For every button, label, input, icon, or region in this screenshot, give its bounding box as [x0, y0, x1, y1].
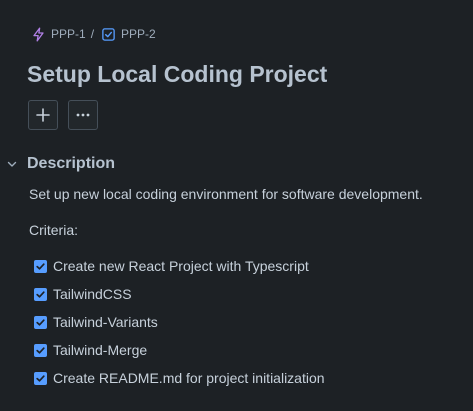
- breadcrumb: PPP-1 / PPP-2: [31, 25, 156, 43]
- criteria-checklist: Create new React Project with Typescript…: [34, 257, 325, 397]
- plus-icon: [36, 108, 50, 122]
- breadcrumb-separator: /: [90, 27, 95, 41]
- page-title[interactable]: Setup Local Coding Project: [27, 59, 327, 89]
- checklist-item-label: Create README.md for project initializat…: [53, 370, 325, 386]
- checkmark-icon: [36, 318, 45, 326]
- checklist-item: Create new React Project with Typescript: [34, 257, 325, 275]
- description-heading: Description: [27, 155, 116, 172]
- description-section-toggle[interactable]: Description: [6, 153, 115, 175]
- breadcrumb-parent-link[interactable]: PPP-1: [31, 26, 86, 42]
- breadcrumb-current-label: PPP-2: [121, 27, 156, 41]
- more-actions-button[interactable]: [68, 100, 98, 130]
- task-checkbox-icon: [102, 27, 115, 41]
- checkbox-checked[interactable]: [34, 371, 47, 385]
- checklist-item: TailwindCSS: [34, 285, 325, 303]
- breadcrumb-parent-label: PPP-1: [51, 27, 86, 41]
- breadcrumb-current-link[interactable]: PPP-2: [101, 27, 156, 42]
- checkmark-icon: [36, 346, 45, 354]
- checklist-item-label: Create new React Project with Typescript: [53, 258, 309, 274]
- chevron-down-icon: [7, 161, 17, 167]
- checkmark-icon: [36, 374, 45, 382]
- more-horizontal-icon: [76, 113, 90, 117]
- checkbox-checked[interactable]: [34, 287, 47, 301]
- checklist-item-label: TailwindCSS: [53, 286, 132, 302]
- checkmark-icon: [36, 290, 45, 298]
- checklist-item: Tailwind-Variants: [34, 313, 325, 331]
- checklist-item: Create README.md for project initializat…: [34, 369, 325, 387]
- checkmark-icon: [36, 262, 45, 270]
- epic-lightning-icon: [33, 26, 44, 42]
- checkbox-checked[interactable]: [34, 343, 47, 357]
- checklist-item: Tailwind-Merge: [34, 341, 325, 359]
- issue-view: PPP-1 / PPP-2 Setup Local Coding Project…: [0, 0, 473, 411]
- description-body: Set up new local coding environment for …: [29, 186, 423, 202]
- checklist-item-label: Tailwind-Merge: [53, 342, 148, 358]
- add-button[interactable]: [28, 100, 58, 130]
- checkbox-checked[interactable]: [34, 315, 47, 329]
- checklist-item-label: Tailwind-Variants: [53, 314, 158, 330]
- checkbox-checked[interactable]: [34, 259, 47, 273]
- criteria-label: Criteria:: [29, 222, 79, 238]
